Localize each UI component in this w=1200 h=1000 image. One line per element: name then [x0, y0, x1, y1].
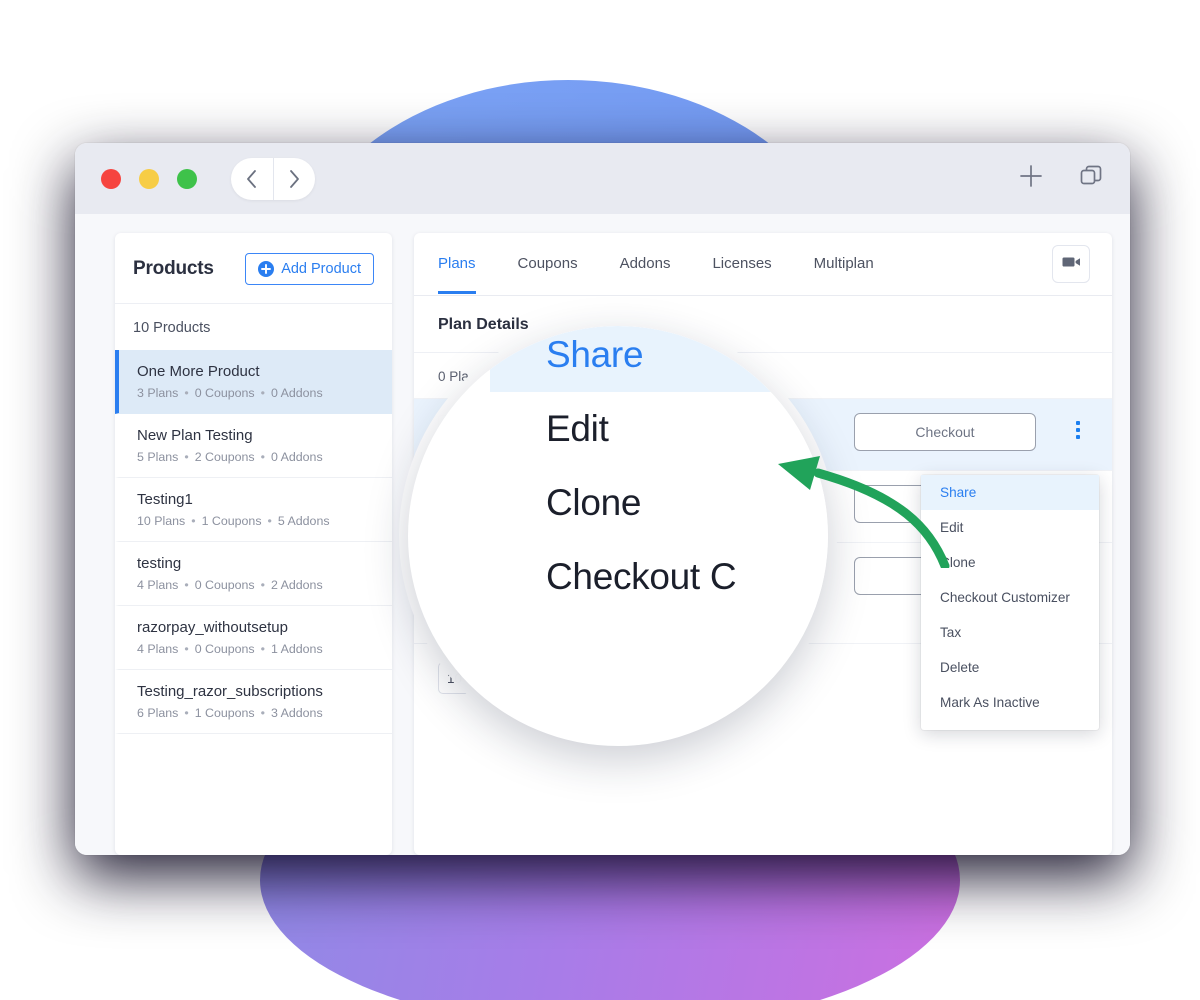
- add-product-button[interactable]: Add Product: [245, 253, 374, 285]
- product-plans-count: 4 Plans: [137, 642, 179, 656]
- product-addons-count: 0 Addons: [270, 450, 323, 464]
- meta-separator: •: [260, 386, 265, 400]
- products-panel-header: Products Add Product: [115, 233, 392, 304]
- product-plans-count: 4 Plans: [137, 578, 179, 592]
- tab-multiplan[interactable]: Multiplan: [814, 235, 874, 294]
- product-list-item[interactable]: One More Product 3 Plans • 0 Coupons • 0…: [115, 350, 392, 414]
- duplicate-window-icon: [1078, 163, 1104, 194]
- magnified-menu-item-checkout-customizer[interactable]: Checkout C: [490, 540, 828, 614]
- context-menu-item-mark-as-inactive[interactable]: Mark As Inactive: [921, 685, 1099, 720]
- meta-separator: •: [191, 514, 196, 528]
- products-panel: Products Add Product 10 Products One Mor…: [115, 233, 392, 855]
- product-coupons-count: 0 Coupons: [194, 578, 255, 592]
- chevron-right-icon: [288, 169, 301, 189]
- tab-coupons[interactable]: Coupons: [518, 235, 578, 294]
- meta-separator: •: [260, 642, 265, 656]
- product-name: Testing1: [137, 491, 193, 508]
- product-list-item[interactable]: Testing1 10 Plans • 1 Coupons • 5 Addons: [115, 478, 392, 542]
- product-name: Testing_razor_subscriptions: [137, 683, 323, 700]
- video-camera-icon: [1062, 255, 1081, 274]
- product-addons-count: 2 Addons: [270, 578, 323, 592]
- tab-overview-button[interactable]: [1078, 163, 1104, 194]
- page-title: Products: [133, 258, 214, 279]
- screenshot-stage: Products Add Product 10 Products One Mor…: [0, 0, 1200, 1000]
- product-addons-count: 5 Addons: [277, 514, 330, 528]
- minimize-window-button[interactable]: [139, 168, 159, 189]
- context-menu-item-checkout-customizer[interactable]: Checkout Customizer: [921, 580, 1099, 615]
- product-list-item[interactable]: testing 4 Plans • 0 Coupons • 2 Addons: [115, 542, 392, 606]
- product-meta: 10 Plans • 1 Coupons • 5 Addons: [137, 514, 376, 528]
- meta-separator: •: [260, 706, 265, 720]
- meta-separator: •: [184, 450, 189, 464]
- product-list-item[interactable]: Testing_razor_subscriptions 6 Plans • 1 …: [115, 670, 392, 734]
- product-coupons-count: 0 Coupons: [194, 386, 255, 400]
- plus-icon: [1018, 163, 1044, 194]
- meta-separator: •: [184, 386, 189, 400]
- product-meta: 4 Plans • 0 Coupons • 2 Addons: [137, 578, 376, 592]
- navigation-pill: [231, 157, 316, 200]
- product-name: razorpay_withoutsetup: [137, 619, 288, 636]
- magnifier-lens: Share Edit Clone Checkout C: [408, 326, 828, 746]
- context-menu-item-clone[interactable]: Clone: [921, 545, 1099, 580]
- magnified-menu-item-edit[interactable]: Edit: [490, 392, 828, 466]
- meta-separator: •: [260, 450, 265, 464]
- tab-plans[interactable]: Plans: [438, 235, 476, 294]
- magnified-menu-item-share[interactable]: Share: [490, 326, 828, 392]
- maximize-window-button[interactable]: [177, 168, 197, 189]
- product-addons-count: 0 Addons: [270, 386, 323, 400]
- product-list: One More Product 3 Plans • 0 Coupons • 0…: [115, 350, 392, 734]
- meta-separator: •: [267, 514, 272, 528]
- plus-circle-icon: [258, 261, 275, 277]
- product-name: One More Product: [137, 363, 260, 380]
- product-addons-count: 3 Addons: [270, 706, 323, 720]
- new-tab-button[interactable]: [1018, 163, 1044, 194]
- product-meta: 5 Plans • 2 Coupons • 0 Addons: [137, 450, 376, 464]
- product-meta: 3 Plans • 0 Coupons • 0 Addons: [137, 386, 376, 400]
- window-titlebar: [75, 143, 1130, 214]
- context-menu-item-share[interactable]: Share: [921, 475, 1099, 510]
- meta-separator: •: [184, 706, 189, 720]
- magnified-menu-item-clone[interactable]: Clone: [490, 466, 828, 540]
- titlebar-actions: [1018, 163, 1104, 194]
- context-menu-item-edit[interactable]: Edit: [921, 510, 1099, 545]
- product-coupons-count: 1 Coupons: [201, 514, 262, 528]
- meta-separator: •: [260, 578, 265, 592]
- product-coupons-count: 1 Coupons: [194, 706, 255, 720]
- tab-licenses[interactable]: Licenses: [712, 235, 771, 294]
- meta-separator: •: [184, 578, 189, 592]
- product-coupons-count: 2 Coupons: [194, 450, 255, 464]
- product-name: New Plan Testing: [137, 427, 253, 444]
- product-plans-count: 10 Plans: [137, 514, 186, 528]
- tab-bar: Plans Coupons Addons Licenses Multiplan: [414, 233, 1112, 296]
- traffic-light-buttons: [101, 168, 197, 189]
- context-menu-item-delete[interactable]: Delete: [921, 650, 1099, 685]
- product-list-item[interactable]: razorpay_withoutsetup 4 Plans • 0 Coupon…: [115, 606, 392, 670]
- magnified-context-menu: Share Edit Clone Checkout C: [490, 326, 828, 614]
- chevron-left-icon: [245, 169, 258, 189]
- checkout-button[interactable]: Checkout: [854, 413, 1036, 451]
- product-count-label: 10 Products: [133, 320, 211, 336]
- tab-addons[interactable]: Addons: [620, 235, 671, 294]
- plan-action-cell: Checkout: [854, 413, 1054, 451]
- product-plans-count: 6 Plans: [137, 706, 179, 720]
- product-plans-count: 5 Plans: [137, 450, 179, 464]
- product-coupons-count: 0 Coupons: [194, 642, 255, 656]
- add-product-label: Add Product: [281, 261, 361, 277]
- row-context-menu: Share Edit Clone Checkout Customizer Tax…: [921, 475, 1099, 730]
- product-meta: 6 Plans • 1 Coupons • 3 Addons: [137, 706, 376, 720]
- product-list-item[interactable]: New Plan Testing 5 Plans • 2 Coupons • 0…: [115, 414, 392, 478]
- product-plans-count: 3 Plans: [137, 386, 179, 400]
- magnifier-content: Share Edit Clone Checkout C: [408, 326, 828, 746]
- context-menu-item-tax[interactable]: Tax: [921, 615, 1099, 650]
- video-tutorial-button[interactable]: [1052, 245, 1090, 283]
- row-overflow-menu-icon[interactable]: [1068, 421, 1088, 439]
- back-button[interactable]: [231, 158, 273, 200]
- product-meta: 4 Plans • 0 Coupons • 1 Addons: [137, 642, 376, 656]
- close-window-button[interactable]: [101, 168, 121, 189]
- forward-button[interactable]: [272, 157, 316, 200]
- meta-separator: •: [184, 642, 189, 656]
- product-name: testing: [137, 555, 182, 572]
- product-addons-count: 1 Addons: [270, 642, 323, 656]
